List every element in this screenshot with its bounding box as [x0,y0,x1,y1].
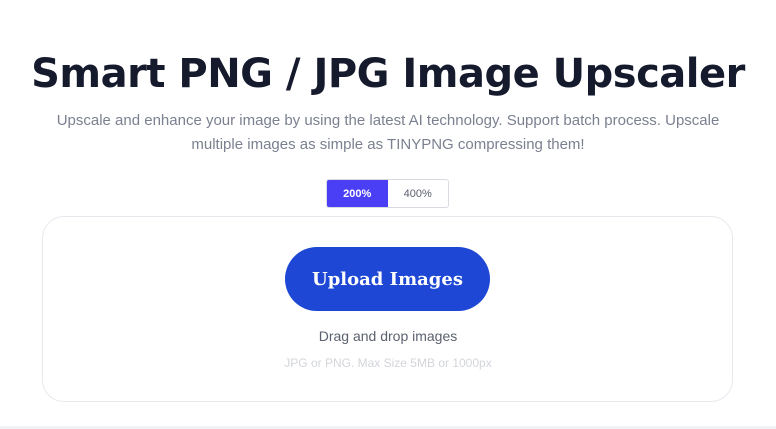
page: Smart PNG / JPG Image Upscaler Upscale a… [0,0,776,429]
page-subtitle: Upscale and enhance your image by using … [56,112,720,153]
scale-toggle: 200% 400% [326,179,449,208]
scale-option-400[interactable]: 400% [388,180,449,207]
drag-drop-label: Drag and drop images [318,328,458,344]
page-title: Smart PNG / JPG Image Upscaler [31,51,745,97]
scale-option-200[interactable]: 200% [327,180,388,207]
file-requirements-hint: JPG or PNG. Max Size 5MB or 1000px [284,356,492,370]
upload-images-button[interactable]: Upload Images [285,247,490,311]
